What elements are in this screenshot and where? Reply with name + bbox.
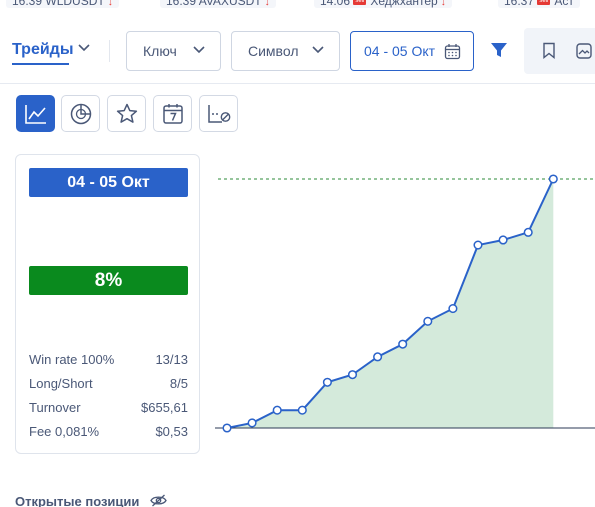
pnl-area-fill <box>227 179 554 428</box>
pnl-point <box>423 316 433 326</box>
pnl-point <box>448 304 458 314</box>
calendar-7-icon <box>162 103 183 124</box>
stat-row-turnover: Turnover $655,61 <box>29 400 188 416</box>
stat-label: Turnover <box>29 400 81 415</box>
down-arrow-icon: ↓ <box>107 0 113 8</box>
line-chart-view-button[interactable] <box>16 95 55 132</box>
stats-card: 04 - 05 Окт 8% Win rate 100% 13/13 Long/… <box>15 154 200 454</box>
favorites-view-button[interactable] <box>107 95 146 132</box>
pie-chart-view-button[interactable] <box>61 95 100 132</box>
pnl-point <box>548 174 558 184</box>
ticker-item[interactable]: 16:37 sell Аст <box>498 0 580 8</box>
calendar-icon <box>444 44 461 60</box>
chevron-down-icon <box>312 46 324 54</box>
active-tab-underline <box>12 63 69 65</box>
ticker-symbol: Хеджхантер <box>370 0 438 8</box>
pnl-point <box>247 418 257 428</box>
ticker-time: 16:37 <box>504 0 535 8</box>
ticker-item[interactable]: 16:39 AVAXUSDT ↓ <box>160 0 276 8</box>
stat-label: Long/Short <box>29 376 93 391</box>
chevron-down-icon <box>193 46 205 54</box>
axis-hide-icon <box>207 104 230 123</box>
stat-value: $655,61 <box>141 400 188 415</box>
pnl-point <box>272 405 282 415</box>
stat-label: Fee 0,081% <box>29 424 100 439</box>
symbol-filter-dropdown[interactable]: Символ <box>231 31 340 71</box>
stat-row-long-short: Long/Short 8/5 <box>29 376 188 392</box>
date-range-banner: 04 - 05 Окт <box>29 168 188 197</box>
stat-row-fee: Fee 0,081% $0,53 <box>29 424 188 440</box>
stat-label: Win rate 100% <box>29 352 115 367</box>
key-filter-label: Ключ <box>143 43 177 59</box>
line-chart-icon <box>24 104 46 124</box>
pnl-point <box>398 339 408 349</box>
ticker-item[interactable]: 16:39 WLDUSDT ↓ <box>6 0 119 8</box>
pnl-point <box>222 423 232 433</box>
down-arrow-icon: ↓ <box>440 0 446 8</box>
chevron-down-icon[interactable] <box>77 43 91 53</box>
ticker-symbol: AVAXUSDT <box>198 0 262 8</box>
pnl-point <box>347 370 358 380</box>
ticker-item[interactable]: 14:06 sell Хеджхантер ↓ <box>314 0 452 8</box>
bookmark-icon[interactable] <box>542 42 556 59</box>
ticker-strip: 16:39 WLDUSDT ↓ 16:39 AVAXUSDT ↓ 14:06 sel… <box>0 0 595 14</box>
symbol-filter-label: Символ <box>248 43 299 59</box>
pnl-point <box>523 227 533 237</box>
toolbar: Трейды Ключ Символ 04 - 05 Окт <box>0 14 595 84</box>
pnl-point <box>297 405 307 415</box>
ticker-time: 16:39 <box>166 0 197 8</box>
cumulative-pnl-chart <box>215 174 595 433</box>
stat-value: $0,53 <box>155 424 188 439</box>
pie-chart-icon <box>70 103 91 124</box>
ticker-time: 14:06 <box>320 0 351 8</box>
open-positions-heading: Открытые позиции <box>15 494 140 507</box>
ticker-symbol: Аст <box>554 0 574 8</box>
trades-tab[interactable]: Трейды <box>12 41 74 59</box>
stat-row-winrate: Win rate 100% 13/13 <box>29 352 188 368</box>
date-range-label: 04 - 05 Окт <box>364 43 436 59</box>
calendar-view-button[interactable] <box>153 95 192 132</box>
view-options-group <box>524 28 595 74</box>
pnl-point <box>322 377 332 387</box>
eye-off-icon[interactable] <box>150 494 167 507</box>
image-icon[interactable] <box>576 43 592 59</box>
ticker-badge: sell <box>353 0 367 6</box>
filter-icon[interactable] <box>490 41 508 59</box>
ticker-badge: sell <box>537 0 551 6</box>
star-icon <box>116 103 137 123</box>
pnl-point <box>498 235 508 245</box>
key-filter-dropdown[interactable]: Ключ <box>126 31 221 71</box>
hide-zero-view-button[interactable] <box>199 95 238 132</box>
stat-value: 8/5 <box>169 376 188 391</box>
ticker-time: 16:39 <box>12 0 43 8</box>
ticker-symbol: WLDUSDT <box>45 0 105 8</box>
pnl-point <box>373 352 383 362</box>
pnl-percent-banner: 8% <box>29 266 188 295</box>
pnl-point <box>473 240 483 250</box>
divider <box>109 40 110 62</box>
stat-value: 13/13 <box>155 352 188 367</box>
date-range-picker[interactable]: 04 - 05 Окт <box>350 31 474 71</box>
down-arrow-icon: ↓ <box>264 0 270 8</box>
